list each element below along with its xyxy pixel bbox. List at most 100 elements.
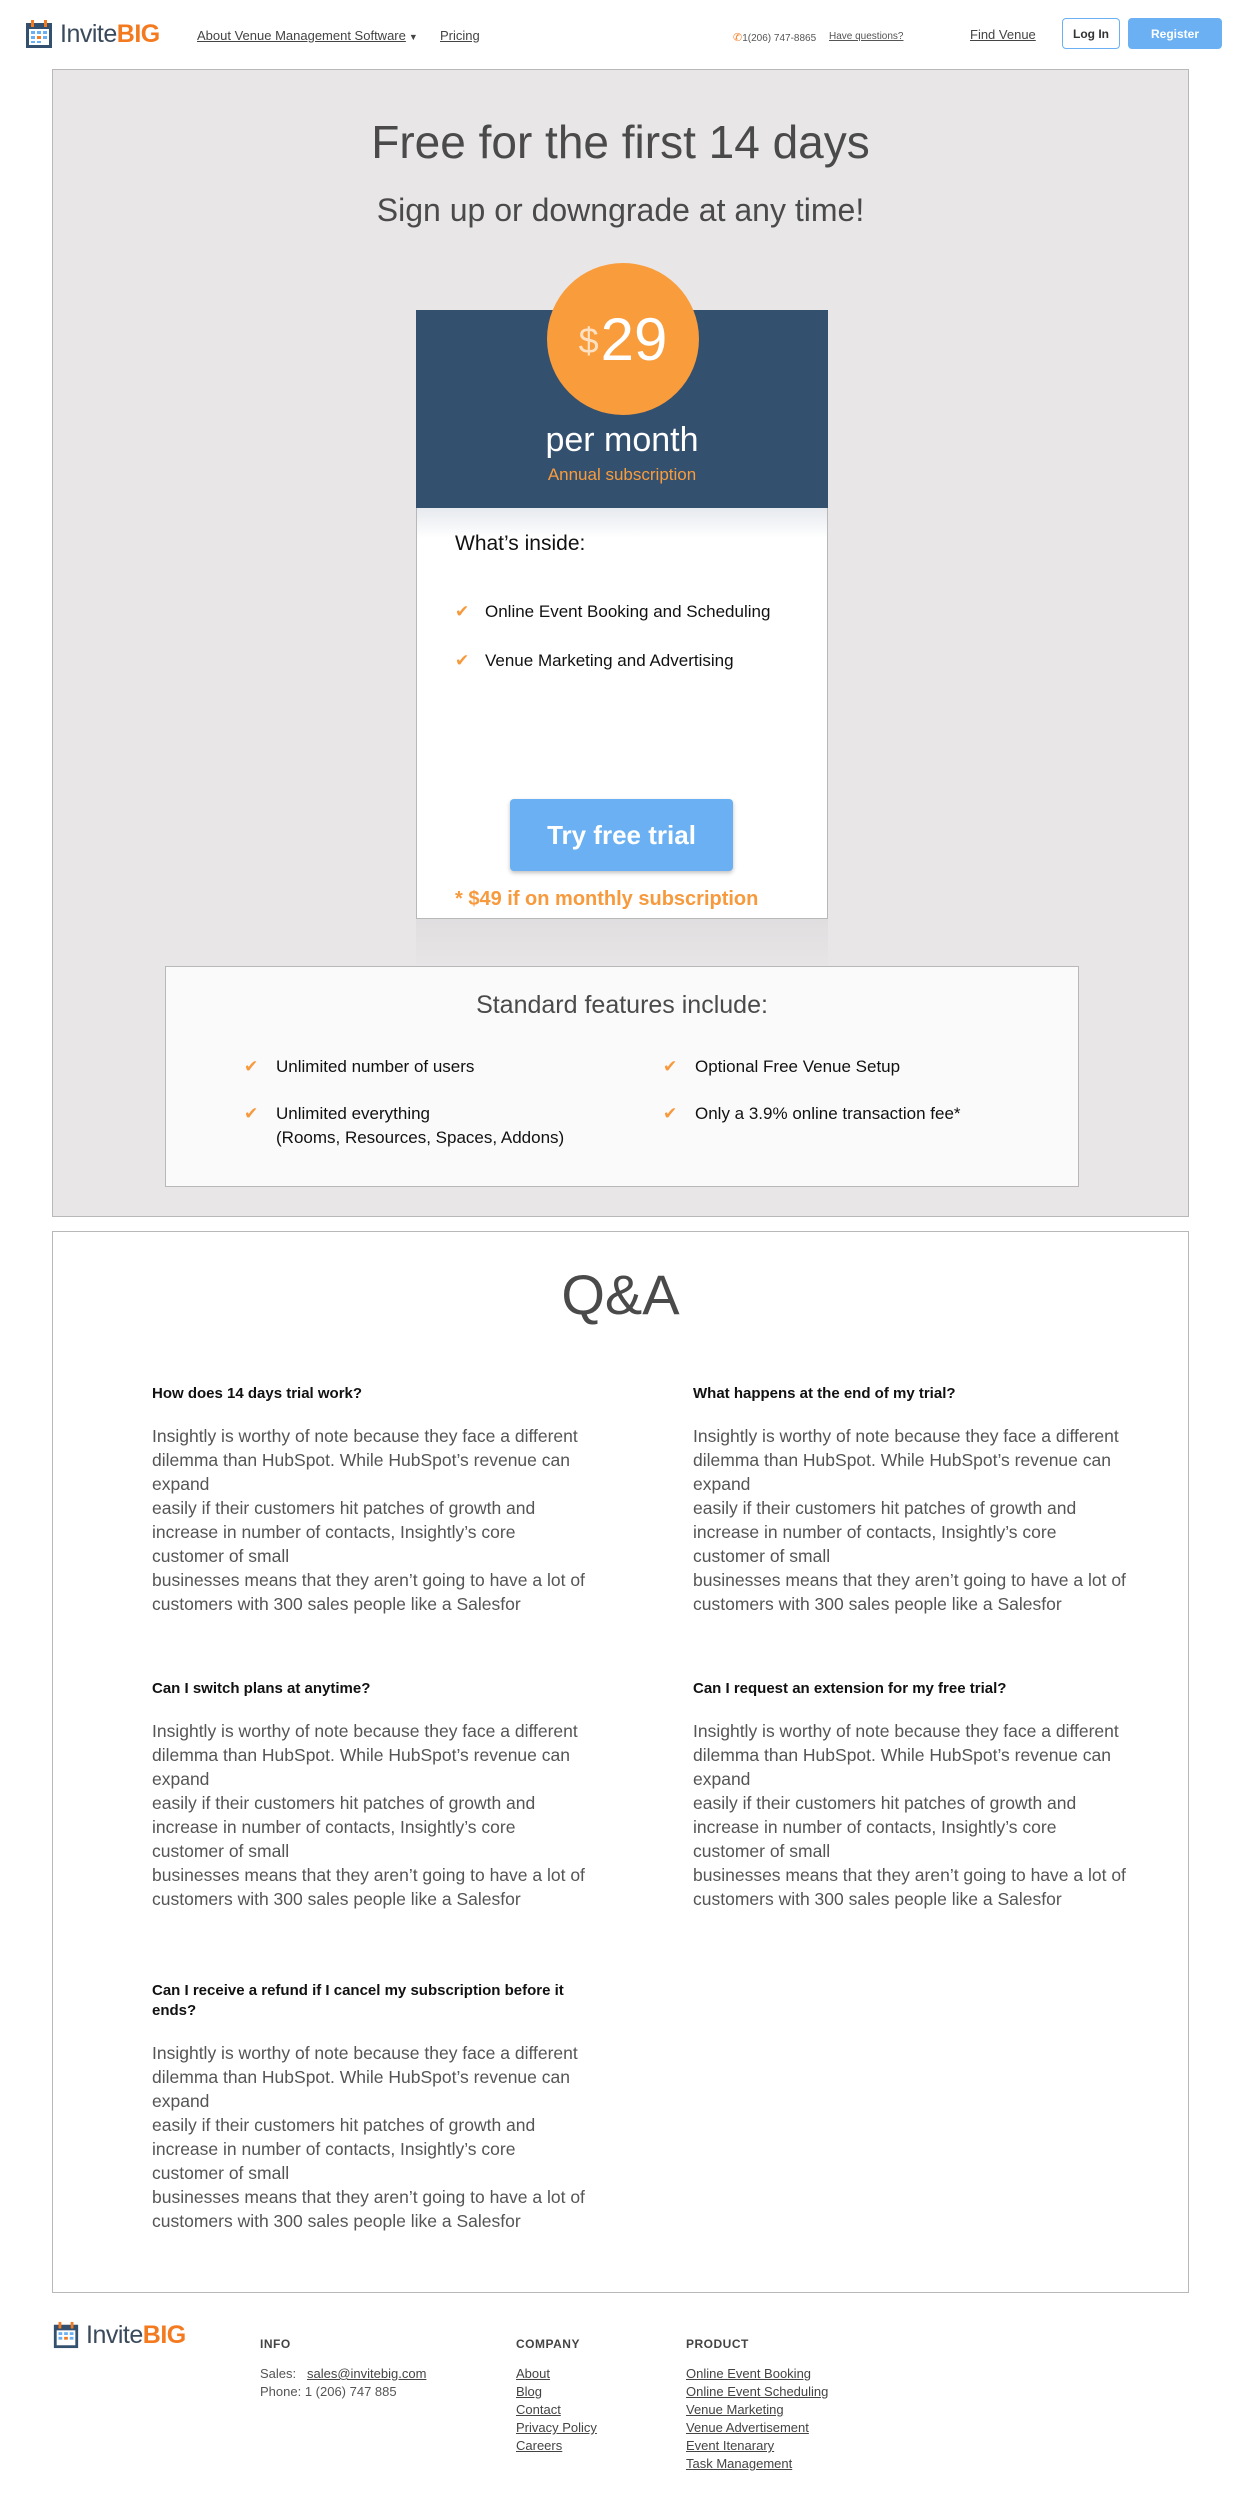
standard-features-title: Standard features include:: [476, 991, 768, 1019]
footer-product-heading: PRODUCT: [686, 2337, 749, 2351]
register-button[interactable]: Register: [1128, 18, 1222, 49]
monthly-price-note: * $49 if on monthly subscription: [455, 888, 759, 910]
check-icon: ✔: [663, 1104, 678, 1123]
phone-contact[interactable]: ✆1(206) 747-8865: [733, 31, 816, 44]
footer-logo[interactable]: InviteBIG: [52, 2320, 186, 2350]
standard-feature: ✔ Unlimited number of users: [244, 1055, 474, 1079]
pricing-subtitle: Sign up or downgrade at any time!: [376, 192, 865, 228]
calendar-logo-icon: [53, 2321, 79, 2349]
price-badge: $29: [547, 263, 699, 415]
pricing-title: Free for the first 14 days: [371, 116, 870, 168]
plan-feature-label: Venue Marketing and Advertising: [485, 651, 734, 670]
find-venue-link[interactable]: Find Venue: [970, 27, 1036, 42]
have-questions-link[interactable]: Have questions?: [829, 31, 904, 42]
check-icon: ✔: [455, 602, 470, 621]
qa-title: Q&A: [561, 1263, 680, 1326]
site-header: InviteBIG About Venue Management Softwar…: [0, 0, 1240, 70]
footer-link-event-itenarary[interactable]: Event Itenarary: [686, 2438, 774, 2453]
qa-answer-line: easily if their customers hit patches of…: [693, 1498, 1077, 1566]
plan-feature-label: Online Event Booking and Scheduling: [485, 602, 771, 621]
qa-answer-line: easily if their customers hit patches of…: [152, 2115, 536, 2183]
login-button[interactable]: Log In: [1062, 18, 1120, 49]
qa-answer-line: Insightly is worthy of note because they…: [693, 1426, 1119, 1494]
try-free-trial-button[interactable]: Try free trial: [510, 799, 733, 871]
phone-icon: ✆: [733, 32, 743, 44]
qa-question: Can I switch plans at anytime?: [152, 1680, 371, 1697]
footer-link-contact[interactable]: Contact: [516, 2402, 561, 2417]
qa-answer: Insightly is worthy of note because they…: [693, 1424, 1133, 1616]
footer-sales: Sales: sales@invitebig.com: [260, 2365, 426, 2383]
nav-about-dropdown[interactable]: About Venue Management Software ▼: [197, 28, 418, 43]
qa-answer-line: businesses means that they aren’t going …: [152, 1865, 585, 1909]
logo-text-big: BIG: [142, 2320, 186, 2349]
footer-link-venue-advertisement[interactable]: Venue Advertisement: [686, 2420, 809, 2435]
footer-sales-email-link[interactable]: sales@invitebig.com: [307, 2366, 426, 2381]
footer-link-blog[interactable]: Blog: [516, 2384, 542, 2399]
qa-item: How does 14 days trial work? Insightly i…: [152, 1384, 592, 1616]
footer-link-about[interactable]: About: [516, 2366, 550, 2381]
qa-answer-line: Insightly is worthy of note because they…: [152, 2043, 578, 2111]
price-period: per month: [545, 421, 699, 459]
logo-text-invite: Invite: [86, 2320, 143, 2349]
qa-answer: Insightly is worthy of note because they…: [152, 1424, 592, 1616]
standard-features-box: Standard features include: ✔ Unlimited nu…: [165, 966, 1079, 1187]
qa-answer-line: easily if their customers hit patches of…: [152, 1793, 536, 1861]
qa-answer: Insightly is worthy of note because they…: [152, 1719, 592, 1911]
qa-item: Can I switch plans at anytime? Insightly…: [152, 1679, 592, 1911]
qa-question: How does 14 days trial work?: [152, 1385, 363, 1402]
nav-pricing-link[interactable]: Pricing: [440, 28, 480, 43]
standard-feature-line: Unlimited everything: [276, 1104, 431, 1123]
qa-answer: Insightly is worthy of note because they…: [693, 1719, 1133, 1911]
price-amount: 29: [600, 305, 668, 373]
qa-answer: Insightly is worthy of note because they…: [152, 2041, 592, 2233]
standard-feature: ✔ Only a 3.9% online transaction fee*: [663, 1102, 961, 1126]
footer-company-heading: COMPANY: [516, 2337, 580, 2351]
check-icon: ✔: [244, 1104, 259, 1123]
footer-phone: Phone: 1 (206) 747 885: [260, 2384, 397, 2399]
qa-answer-line: Insightly is worthy of note because they…: [693, 1721, 1119, 1789]
phone-number: 1(206) 747-8865: [742, 33, 817, 44]
logo-wordmark: InviteBIG: [60, 20, 160, 49]
check-icon: ✔: [663, 1057, 678, 1076]
billing-type: Annual subscription: [547, 465, 697, 484]
footer-product-column: PRODUCT Online Event Booking Online Even…: [686, 2337, 828, 2473]
qa-section: Q&A How does 14 days trial work? Insight…: [52, 1231, 1189, 2293]
qa-item: Can I request an extension for my free t…: [693, 1679, 1133, 1911]
site-logo[interactable]: InviteBIG: [24, 18, 160, 50]
qa-item: What happens at the end of my trial? Ins…: [693, 1384, 1133, 1616]
standard-feature-label: Only a 3.9% online transaction fee*: [695, 1104, 961, 1123]
pricing-section: Free for the first 14 days Sign up or do…: [52, 69, 1189, 1217]
qa-item: Can I receive a refund if I cancel my su…: [152, 1981, 592, 2233]
check-icon: ✔: [455, 651, 470, 670]
footer-link-privacy-policy[interactable]: Privacy Policy: [516, 2420, 597, 2435]
plan-feature: ✔ Online Event Booking and Scheduling: [455, 602, 770, 622]
logo-text-invite: Invite: [60, 19, 117, 48]
standard-feature: ✔ Optional Free Venue Setup: [663, 1055, 900, 1079]
standard-feature-line: (Rooms, Resources, Spaces, Addons): [276, 1128, 565, 1147]
standard-feature: ✔ Unlimited everything (Rooms, Resources,…: [244, 1102, 564, 1150]
footer-link-online-event-booking[interactable]: Online Event Booking: [686, 2366, 811, 2381]
nav-about-label: About Venue Management Software: [197, 28, 406, 43]
footer-info-column: INFO Sales: sales@invitebig.com Phone: 1…: [260, 2337, 426, 2401]
footer-link-careers[interactable]: Careers: [516, 2438, 562, 2453]
qa-answer-line: Insightly is worthy of note because they…: [152, 1426, 578, 1494]
qa-question: Can I receive a refund if I cancel my su…: [152, 1982, 564, 2019]
standard-feature-label: Optional Free Venue Setup: [695, 1057, 901, 1076]
qa-question: What happens at the end of my trial?: [693, 1385, 956, 1402]
qa-answer-line: businesses means that they aren’t going …: [152, 1570, 585, 1614]
footer-link-task-management[interactable]: Task Management: [686, 2456, 792, 2471]
footer-info-heading: INFO: [260, 2337, 291, 2351]
footer-link-online-event-scheduling[interactable]: Online Event Scheduling: [686, 2384, 828, 2399]
chevron-down-icon: ▼: [408, 32, 418, 42]
qa-answer-line: easily if their customers hit patches of…: [152, 1498, 536, 1566]
qa-answer-line: easily if their customers hit patches of…: [693, 1793, 1077, 1861]
standard-feature-label: Unlimited number of users: [276, 1057, 475, 1076]
footer-link-venue-marketing[interactable]: Venue Marketing: [686, 2402, 784, 2417]
whats-inside-heading: What’s inside:: [455, 532, 586, 555]
check-icon: ✔: [244, 1057, 259, 1076]
qa-question: Can I request an extension for my free t…: [693, 1680, 1007, 1697]
plan-feature: ✔ Venue Marketing and Advertising: [455, 651, 734, 671]
footer-company-column: COMPANY About Blog Contact Privacy Polic…: [516, 2337, 597, 2455]
calendar-logo-icon: [26, 20, 52, 48]
price-currency: $: [578, 320, 599, 361]
